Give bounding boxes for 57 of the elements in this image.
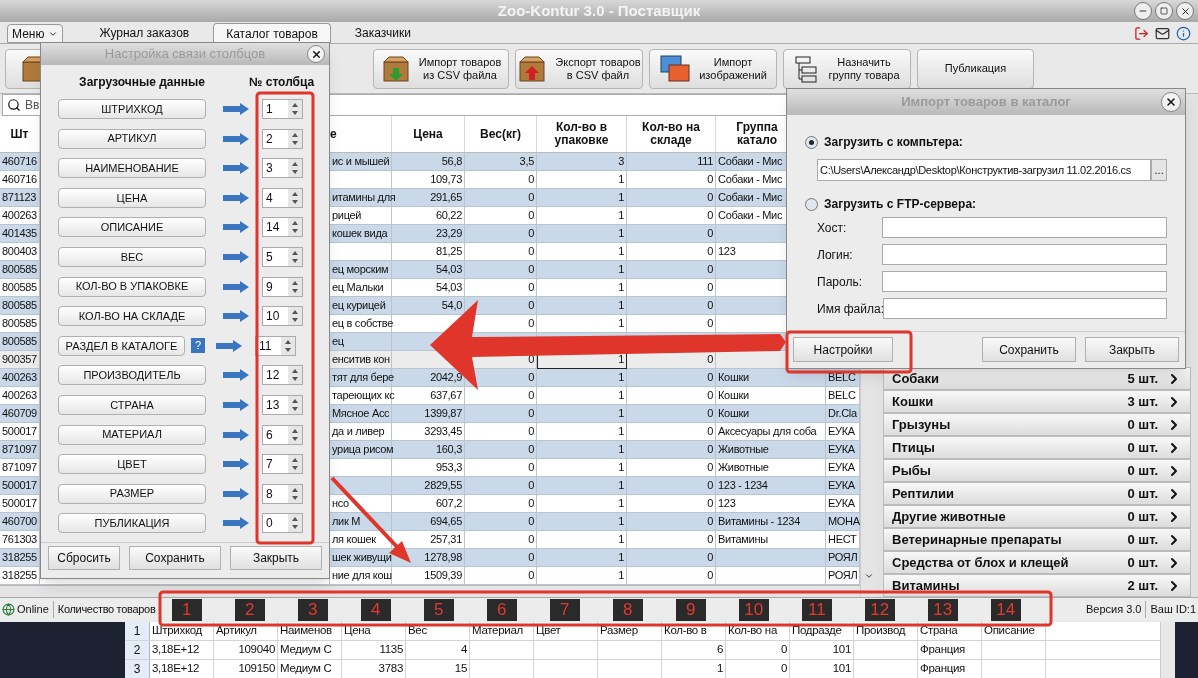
window-title: Zoo-Kontur 3.0 - Поставщик: [497, 0, 701, 21]
spreadsheet-cell: Кол-во в: [662, 622, 726, 640]
column-label: № столбца: [249, 74, 315, 91]
status-text: Версия 3.0: [1085, 601, 1147, 618]
spreadsheet-cell: Медиум С: [278, 660, 342, 678]
row-header: 3: [125, 660, 150, 678]
number-marker: 7: [549, 598, 580, 621]
spreadsheet-cell: 109040: [214, 641, 278, 659]
spreadsheet-cell: Страна: [918, 622, 982, 640]
number-marker: 4: [360, 598, 391, 621]
spreadsheet-cell: 1: [662, 660, 726, 678]
spreadsheet-cell: Вес: [406, 622, 470, 640]
radio-label: Загрузить с компьтера:: [824, 134, 963, 151]
spreadsheet-cell: Размер: [598, 622, 662, 640]
spreadsheet-cell: 109150: [214, 660, 278, 678]
spreadsheet-cell: 1135: [342, 641, 406, 659]
spreadsheet-cell: 4: [406, 641, 470, 659]
status-text: Online: [17, 601, 54, 618]
number-marker: 5: [423, 598, 454, 621]
row-header: 1: [125, 622, 150, 640]
spreadsheet-cell: Франция: [918, 660, 982, 678]
number-marker: 9: [675, 598, 706, 621]
spreadsheet-cell: 6: [662, 641, 726, 659]
number-marker: 8: [612, 598, 643, 621]
number-marker: 14: [990, 598, 1021, 621]
number-marker: 3: [297, 598, 328, 621]
column-label: Загрузочные данные: [78, 74, 206, 91]
number-marker: 2: [234, 598, 265, 621]
spreadsheet-cell: 101: [790, 641, 854, 659]
spreadsheet-cell: Цена: [342, 622, 406, 640]
spreadsheet-cell: Наименов: [278, 622, 342, 640]
spreadsheet-cell: Производ: [854, 622, 918, 640]
spreadsheet-cell: 0: [726, 660, 790, 678]
status-text: Количество товаров: [57, 602, 157, 618]
status-text: Ваш ID:1: [1150, 602, 1196, 618]
spreadsheet-cell: 0: [726, 641, 790, 659]
spreadsheet-cell: Артикул: [214, 622, 278, 640]
number-marker: 10: [738, 598, 769, 621]
spreadsheet-cell: 3,18E+12: [150, 660, 214, 678]
number-marker: 1: [171, 598, 202, 621]
spreadsheet-cell: 101: [790, 660, 854, 678]
spreadsheet-cell: 3,18E+12: [150, 641, 214, 659]
row-header: 2: [125, 641, 150, 659]
number-marker: 11: [801, 598, 832, 621]
spreadsheet-cell: Франция: [918, 641, 982, 659]
spreadsheet-cell: Подразде: [790, 622, 854, 640]
number-marker: 13: [927, 598, 958, 621]
spreadsheet-cell: 15: [406, 660, 470, 678]
spreadsheet-cell: Медиум С: [278, 641, 342, 659]
spreadsheet-cell: Кол-во на: [726, 622, 790, 640]
number-marker: 6: [486, 598, 517, 621]
spreadsheet-cell: 3783: [342, 660, 406, 678]
spreadsheet-cell: Материал: [470, 622, 534, 640]
spreadsheet-cell: Штрихкод: [150, 622, 214, 640]
spreadsheet-cell: Описание: [982, 622, 1046, 640]
number-marker: 12: [864, 598, 895, 621]
spreadsheet-cell: Цвет: [534, 622, 598, 640]
